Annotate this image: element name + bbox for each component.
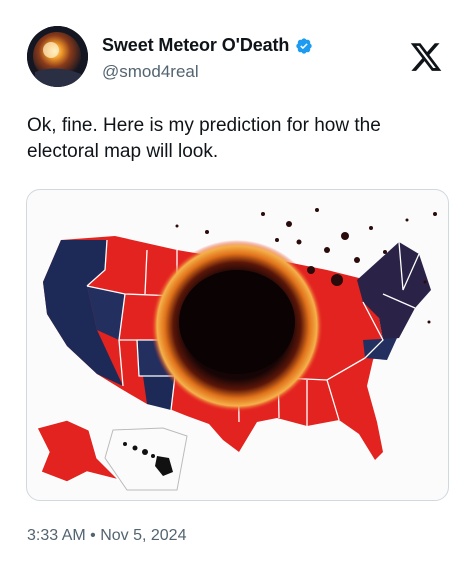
tweet-text: Ok, fine. Here is my prediction for how … <box>27 115 381 162</box>
map-blue-virginia <box>363 338 397 360</box>
map-hawaii <box>123 442 173 476</box>
tweet-header: Sweet Meteor O'Death @smod4real <box>27 26 454 90</box>
map-blue-newmexico <box>143 376 175 410</box>
tweet-media-image[interactable] <box>26 189 449 501</box>
x-logo-icon[interactable] <box>408 40 444 74</box>
author-handle[interactable]: @smod4real <box>102 62 199 82</box>
author-avatar[interactable] <box>27 26 88 87</box>
author-display-name[interactable]: Sweet Meteor O'Death <box>102 35 289 56</box>
meteor-avatar-icon <box>27 26 88 87</box>
map-hawaii-frame <box>104 427 188 491</box>
tweet-timestamp[interactable]: 3:33 AM • Nov 5, 2024 <box>27 527 186 545</box>
us-map-crater-image <box>36 208 437 491</box>
verified-badge-icon <box>296 37 313 54</box>
crater-core <box>179 270 295 374</box>
